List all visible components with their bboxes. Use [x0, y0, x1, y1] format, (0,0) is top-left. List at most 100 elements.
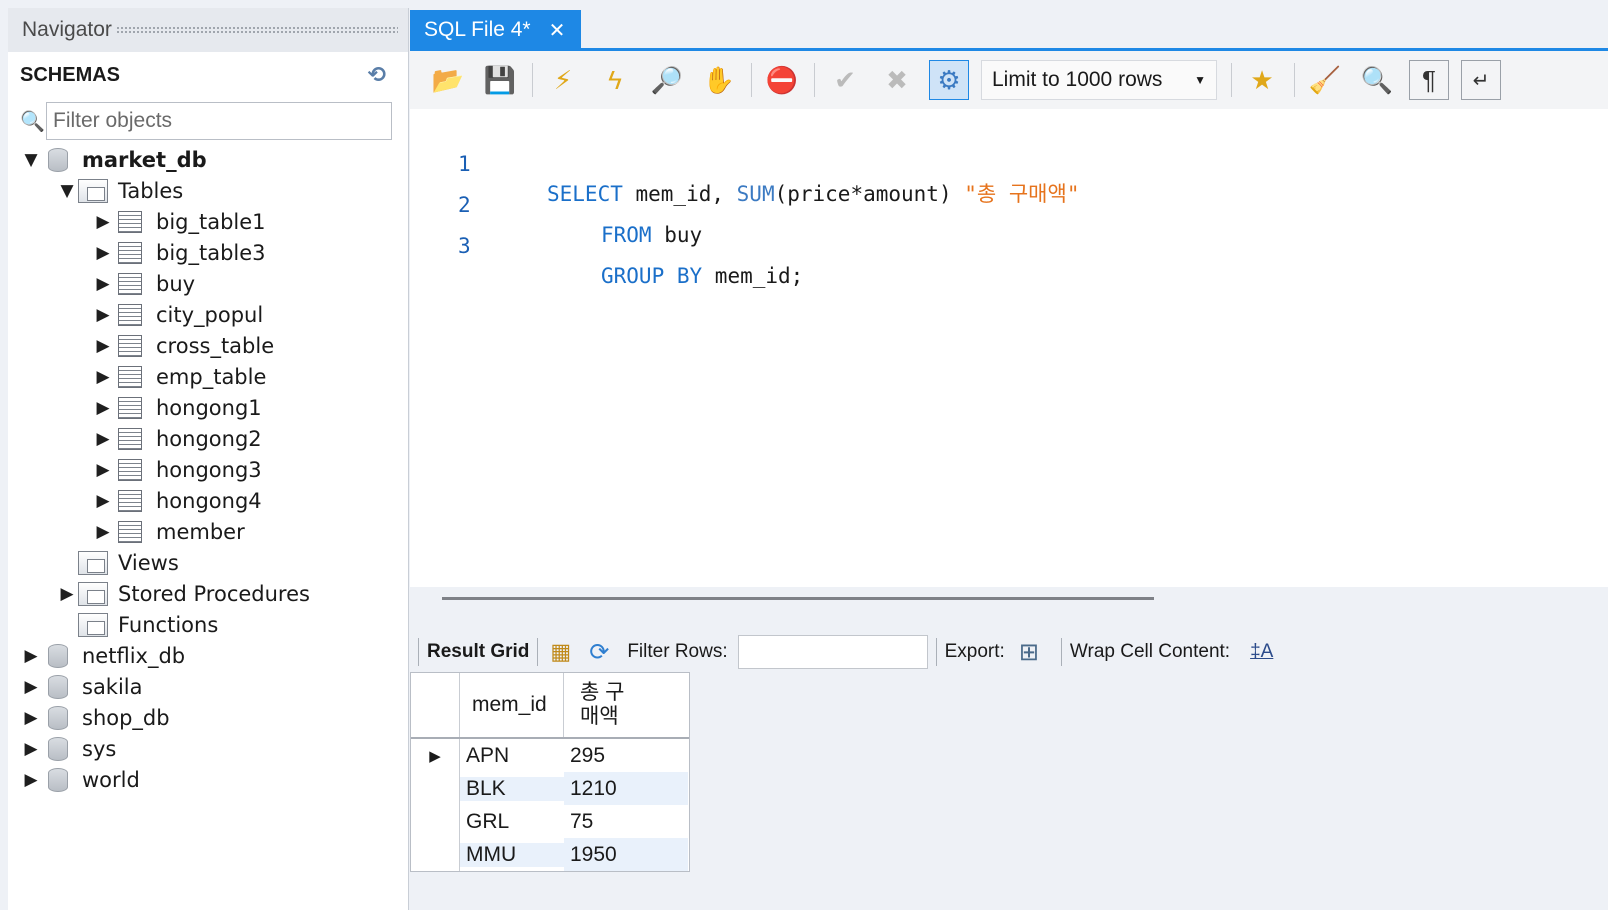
navigator-panel: Navigator SCHEMAS ⟲ 🔍 ▼ market_db ▼ Tabl… — [8, 8, 409, 910]
cell-mem-id[interactable]: MMU — [460, 842, 564, 867]
tree-item-table[interactable]: ▶ emp_table — [92, 361, 266, 393]
table-row[interactable]: ▶ APN 295 — [411, 739, 689, 772]
close-icon[interactable]: ✕ — [549, 18, 566, 43]
tree-item-table[interactable]: ▶ big_table3 — [92, 237, 265, 269]
wrap-cell-icon[interactable]: ‡A — [1250, 641, 1273, 663]
collapsed-arrow-icon[interactable]: ▶ — [20, 646, 42, 666]
tree-item-label: city_popul — [156, 303, 264, 327]
add-snippet-star-icon[interactable]: ★ — [1242, 60, 1282, 100]
word-wrap-icon[interactable]: ↵ — [1461, 60, 1501, 100]
tree-item-label: Tables — [118, 179, 184, 203]
collapsed-arrow-icon[interactable]: ▶ — [20, 677, 42, 697]
beautify-broom-icon[interactable]: 🧹 — [1305, 60, 1345, 100]
cell-mem-id[interactable]: GRL — [460, 810, 564, 834]
tree-item-market-db[interactable]: ▼ market_db — [20, 144, 207, 176]
database-icon — [48, 706, 68, 730]
tree-item-tables[interactable]: ▼ Tables — [56, 175, 183, 207]
table-row[interactable]: GRL 75 — [411, 805, 689, 838]
tree-item-table[interactable]: ▶ hongong3 — [92, 454, 261, 486]
toolbar-separator — [814, 63, 815, 97]
collapsed-arrow-icon[interactable]: ▶ — [92, 367, 114, 387]
tree-item-stored-procedures[interactable]: ▶ Stored Procedures — [56, 578, 310, 610]
sql-toolbar: 📂 💾 ⚡ ϟ 🔎 ✋ ⛔ ✔ ✖ ⚙ Limit to 1000 rows ▼… — [410, 51, 1608, 110]
expanded-arrow-icon[interactable]: ▼ — [20, 150, 42, 170]
horizontal-scrollbar[interactable] — [442, 597, 1154, 600]
collapsed-arrow-icon[interactable]: ▶ — [92, 429, 114, 449]
autocommit-toggle-icon[interactable]: ⚙ — [929, 60, 969, 100]
explain-icon[interactable]: 🔎 — [647, 60, 687, 100]
tree-item-table[interactable]: ▶ cross_table — [92, 330, 274, 362]
collapsed-arrow-icon[interactable]: ▶ — [92, 522, 114, 542]
column-header-mem-id[interactable]: mem_id — [460, 673, 564, 737]
tree-item-database[interactable]: ▶ netflix_db — [20, 640, 185, 672]
collapsed-arrow-icon[interactable]: ▶ — [20, 770, 42, 790]
tree-item-table[interactable]: ▶ hongong2 — [92, 423, 262, 455]
collapsed-arrow-icon[interactable]: ▶ — [20, 708, 42, 728]
tree-item-table[interactable]: ▶ hongong4 — [92, 485, 261, 517]
tree-item-database[interactable]: ▶ sakila — [20, 671, 143, 703]
tree-item-table[interactable]: ▶ buy — [92, 268, 195, 300]
export-icon[interactable]: ⊞ — [1019, 638, 1039, 667]
tree-item-database[interactable]: ▶ sys — [20, 733, 116, 765]
collapsed-arrow-icon[interactable]: ▶ — [92, 212, 114, 232]
tree-item-table[interactable]: ▶ big_table1 — [92, 206, 265, 238]
row-limit-select[interactable]: Limit to 1000 rows ▼ — [981, 60, 1217, 100]
result-grid-tab[interactable]: Result Grid — [427, 641, 529, 663]
collapsed-arrow-icon[interactable]: ▶ — [92, 305, 114, 325]
save-icon[interactable]: 💾 — [480, 60, 520, 100]
collapsed-arrow-icon[interactable]: ▶ — [56, 584, 78, 604]
tab-sql-file[interactable]: SQL File 4* ✕ — [410, 10, 581, 50]
separator — [537, 638, 539, 666]
table-row[interactable]: BLK 1210 — [411, 772, 689, 805]
collapsed-arrow-icon[interactable]: ▶ — [92, 398, 114, 418]
grid-header: mem_id 총 구 매액 — [411, 673, 689, 739]
tree-item-views[interactable]: Views — [56, 547, 179, 579]
cell-total[interactable]: 1950 — [564, 838, 688, 871]
collapsed-arrow-icon[interactable]: ▶ — [92, 243, 114, 263]
filter-objects-input[interactable] — [46, 102, 392, 140]
stop-icon[interactable]: ✋ — [699, 60, 739, 100]
collapsed-arrow-icon[interactable]: ▶ — [92, 274, 114, 294]
sql-text: mem_id, — [622, 182, 737, 206]
execute-current-icon[interactable]: ϟ — [595, 60, 635, 100]
tree-item-label: hongong2 — [156, 427, 262, 451]
filter-rows-input[interactable] — [737, 635, 928, 669]
tree-item-database[interactable]: ▶ shop_db — [20, 702, 170, 734]
grid-view-icon[interactable]: ▦ — [550, 639, 571, 665]
cell-mem-id[interactable]: APN — [460, 744, 564, 768]
open-folder-icon[interactable]: 📂 — [428, 60, 468, 100]
column-header-total[interactable]: 총 구 매액 — [564, 673, 688, 737]
collapsed-arrow-icon[interactable]: ▶ — [92, 460, 114, 480]
cell-mem-id[interactable]: BLK — [460, 776, 564, 801]
search-icon: 🔍 — [20, 110, 45, 133]
expanded-arrow-icon[interactable]: ▼ — [56, 181, 78, 201]
collapsed-arrow-icon[interactable]: ▶ — [92, 491, 114, 511]
commit-icon[interactable]: ✔ — [825, 60, 865, 100]
execute-icon[interactable]: ⚡ — [543, 60, 583, 100]
invisible-chars-icon[interactable]: ¶ — [1409, 60, 1449, 100]
collapsed-arrow-icon[interactable]: ▶ — [92, 336, 114, 356]
rollback-icon[interactable]: ✖ — [877, 60, 917, 100]
stop-on-error-icon[interactable]: ⛔ — [762, 60, 802, 100]
table-row[interactable]: MMU 1950 — [411, 838, 689, 871]
tree-item-database[interactable]: ▶ world — [20, 764, 140, 796]
find-icon[interactable]: 🔍 — [1357, 60, 1397, 100]
filter-rows-label: Filter Rows: — [627, 641, 728, 662]
row-header — [411, 805, 460, 838]
current-row-arrow-icon: ▶ — [411, 739, 460, 772]
tree-item-table[interactable]: ▶ hongong1 — [92, 392, 261, 424]
drag-handle[interactable] — [115, 26, 398, 34]
filter-row: 🔍 — [8, 98, 408, 144]
sql-function: SUM — [736, 182, 775, 206]
separator — [1060, 638, 1062, 666]
tree-item-table[interactable]: ▶ city_popul — [92, 299, 263, 331]
collapsed-arrow-icon[interactable]: ▶ — [20, 739, 42, 759]
refresh-icon[interactable]: ⟳ — [589, 638, 609, 667]
cell-total[interactable]: 75 — [564, 805, 688, 838]
cell-total[interactable]: 1210 — [564, 772, 688, 805]
sql-editor[interactable]: 1 SELECT mem_id, SUM(price*amount) "총 구매… — [410, 109, 1608, 587]
cell-total[interactable]: 295 — [564, 739, 688, 772]
tree-item-functions[interactable]: Functions — [56, 609, 218, 641]
refresh-icon[interactable]: ⟲ — [368, 62, 386, 88]
tree-item-table[interactable]: ▶ member — [92, 516, 244, 548]
